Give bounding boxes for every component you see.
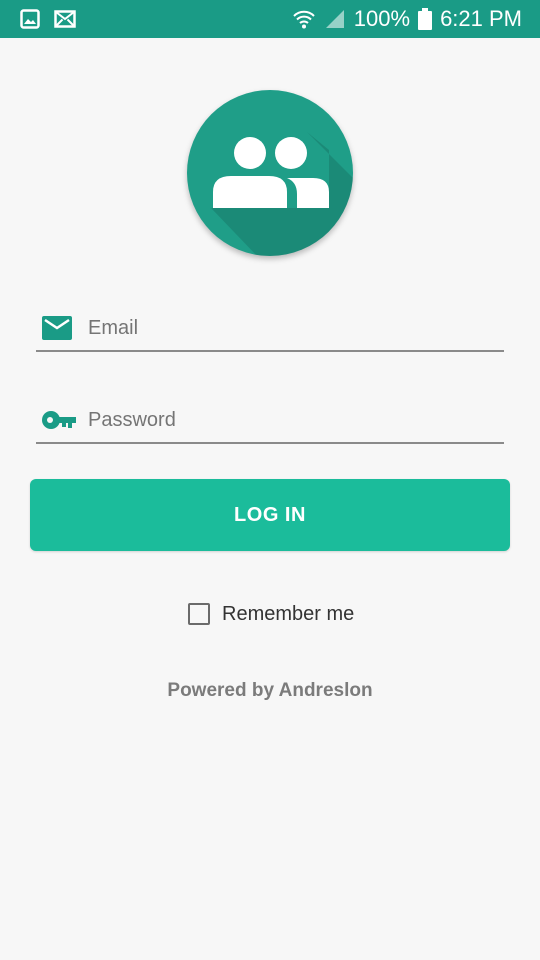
image-notification-icon [20,9,40,29]
password-field[interactable] [36,398,504,444]
notification-area [20,9,90,29]
battery-icon [418,8,433,30]
status-bar: 100% 6:21 PM [0,0,540,38]
login-button[interactable]: LOG IN [30,479,510,551]
signal-icon [324,8,346,30]
clock: 6:21 PM [440,6,522,31]
email-input[interactable] [86,315,490,341]
group-icon [211,132,353,256]
email-field[interactable] [36,306,504,352]
password-input[interactable] [86,407,490,433]
app-logo [187,90,353,256]
remember-me-checkbox[interactable] [188,603,210,625]
remember-me-label: Remember me [222,602,355,625]
key-icon [42,407,76,433]
powered-by-text: Powered by Andreslon [167,680,373,701]
wifi-icon [292,8,316,30]
battery-percent: 100% [353,6,411,31]
mail-notification-icon [54,10,76,28]
remember-me-toggle[interactable]: Remember me [188,600,354,628]
mail-icon [42,315,76,341]
system-status-area: 100% 6:21 PM [284,0,522,38]
